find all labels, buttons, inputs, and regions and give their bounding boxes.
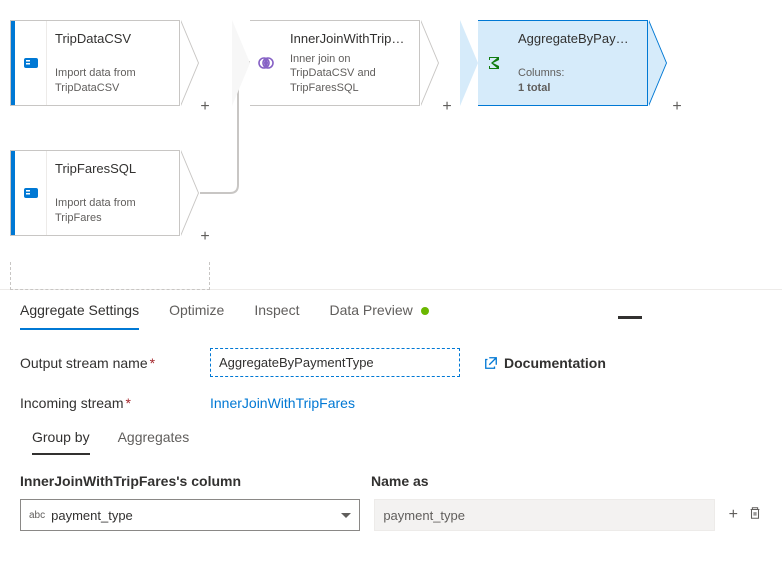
group-subtabs: Group by Aggregates <box>32 429 762 455</box>
subtab-aggregates[interactable]: Aggregates <box>118 429 190 455</box>
add-source-placeholder[interactable] <box>10 262 210 290</box>
documentation-link[interactable]: Documentation <box>484 355 606 371</box>
columns-label: Columns: <box>518 67 564 79</box>
node-chevron <box>648 20 666 106</box>
external-link-icon <box>484 356 498 370</box>
tab-optimize[interactable]: Optimize <box>169 302 224 330</box>
add-branch-button[interactable]: + <box>196 228 214 246</box>
name-as-field[interactable]: payment_type <box>374 499 714 531</box>
add-branch-button[interactable]: + <box>668 98 686 116</box>
output-stream-input[interactable] <box>210 348 460 377</box>
node-tripfaressql[interactable]: TripFaresSQL Import data from TripFares <box>10 150 180 236</box>
tab-aggregate-settings[interactable]: Aggregate Settings <box>20 302 139 330</box>
source-icon <box>15 21 47 105</box>
chevron-down-icon <box>341 513 351 518</box>
columns-count: 1 total <box>518 82 550 94</box>
node-chevron-in <box>460 20 478 106</box>
source-icon <box>15 151 47 235</box>
node-subtitle: Import data from TripFares <box>55 196 171 225</box>
status-dot-icon <box>421 307 429 315</box>
column-header-name: Name as <box>371 473 708 489</box>
node-chevron-in <box>232 20 250 106</box>
node-innerjoin[interactable]: InnerJoinWithTripFares Inner join on Tri… <box>250 20 420 106</box>
aggregate-icon <box>478 21 510 105</box>
join-icon <box>250 21 282 105</box>
node-subtitle: Import data from TripDataCSV <box>55 66 171 95</box>
node-title: AggregateByPaymentTy... <box>518 31 639 46</box>
incoming-stream-link[interactable]: InnerJoinWithTripFares <box>210 395 355 411</box>
node-title: TripDataCSV <box>55 31 171 46</box>
node-chevron <box>420 20 438 106</box>
add-branch-button[interactable]: + <box>438 98 456 116</box>
subtab-groupby[interactable]: Group by <box>32 429 90 455</box>
flow-canvas[interactable]: TripDataCSV Import data from TripDataCSV… <box>0 0 782 290</box>
tab-data-preview[interactable]: Data Preview <box>329 302 428 330</box>
node-subtitle: Inner join on TripDataCSV and TripFaresS… <box>290 52 411 95</box>
group-column-value: payment_type <box>51 508 133 523</box>
delete-row-button[interactable] <box>748 506 762 525</box>
detail-tabs: Aggregate Settings Optimize Inspect Data… <box>0 290 782 330</box>
node-chevron <box>180 150 198 236</box>
divider <box>618 316 642 319</box>
type-icon: abc <box>29 510 45 521</box>
node-title: InnerJoinWithTripFares <box>290 31 411 46</box>
column-header-source: InnerJoinWithTripFares's column <box>20 473 357 489</box>
node-aggregate[interactable]: AggregateByPaymentTy... Columns: 1 total <box>478 20 648 106</box>
node-chevron <box>180 20 198 106</box>
tab-inspect[interactable]: Inspect <box>254 302 299 330</box>
add-row-button[interactable]: + <box>729 506 738 525</box>
group-by-row: abc payment_type payment_type + <box>20 499 762 531</box>
trash-icon <box>748 506 762 520</box>
output-stream-label: Output stream name* <box>20 355 210 371</box>
group-column-select[interactable]: abc payment_type <box>20 499 360 531</box>
node-title: TripFaresSQL <box>55 161 171 176</box>
node-tripdatacsv[interactable]: TripDataCSV Import data from TripDataCSV <box>10 20 180 106</box>
incoming-stream-label: Incoming stream* <box>20 395 210 411</box>
aggregate-settings-form: Output stream name* Documentation Incomi… <box>0 330 782 549</box>
